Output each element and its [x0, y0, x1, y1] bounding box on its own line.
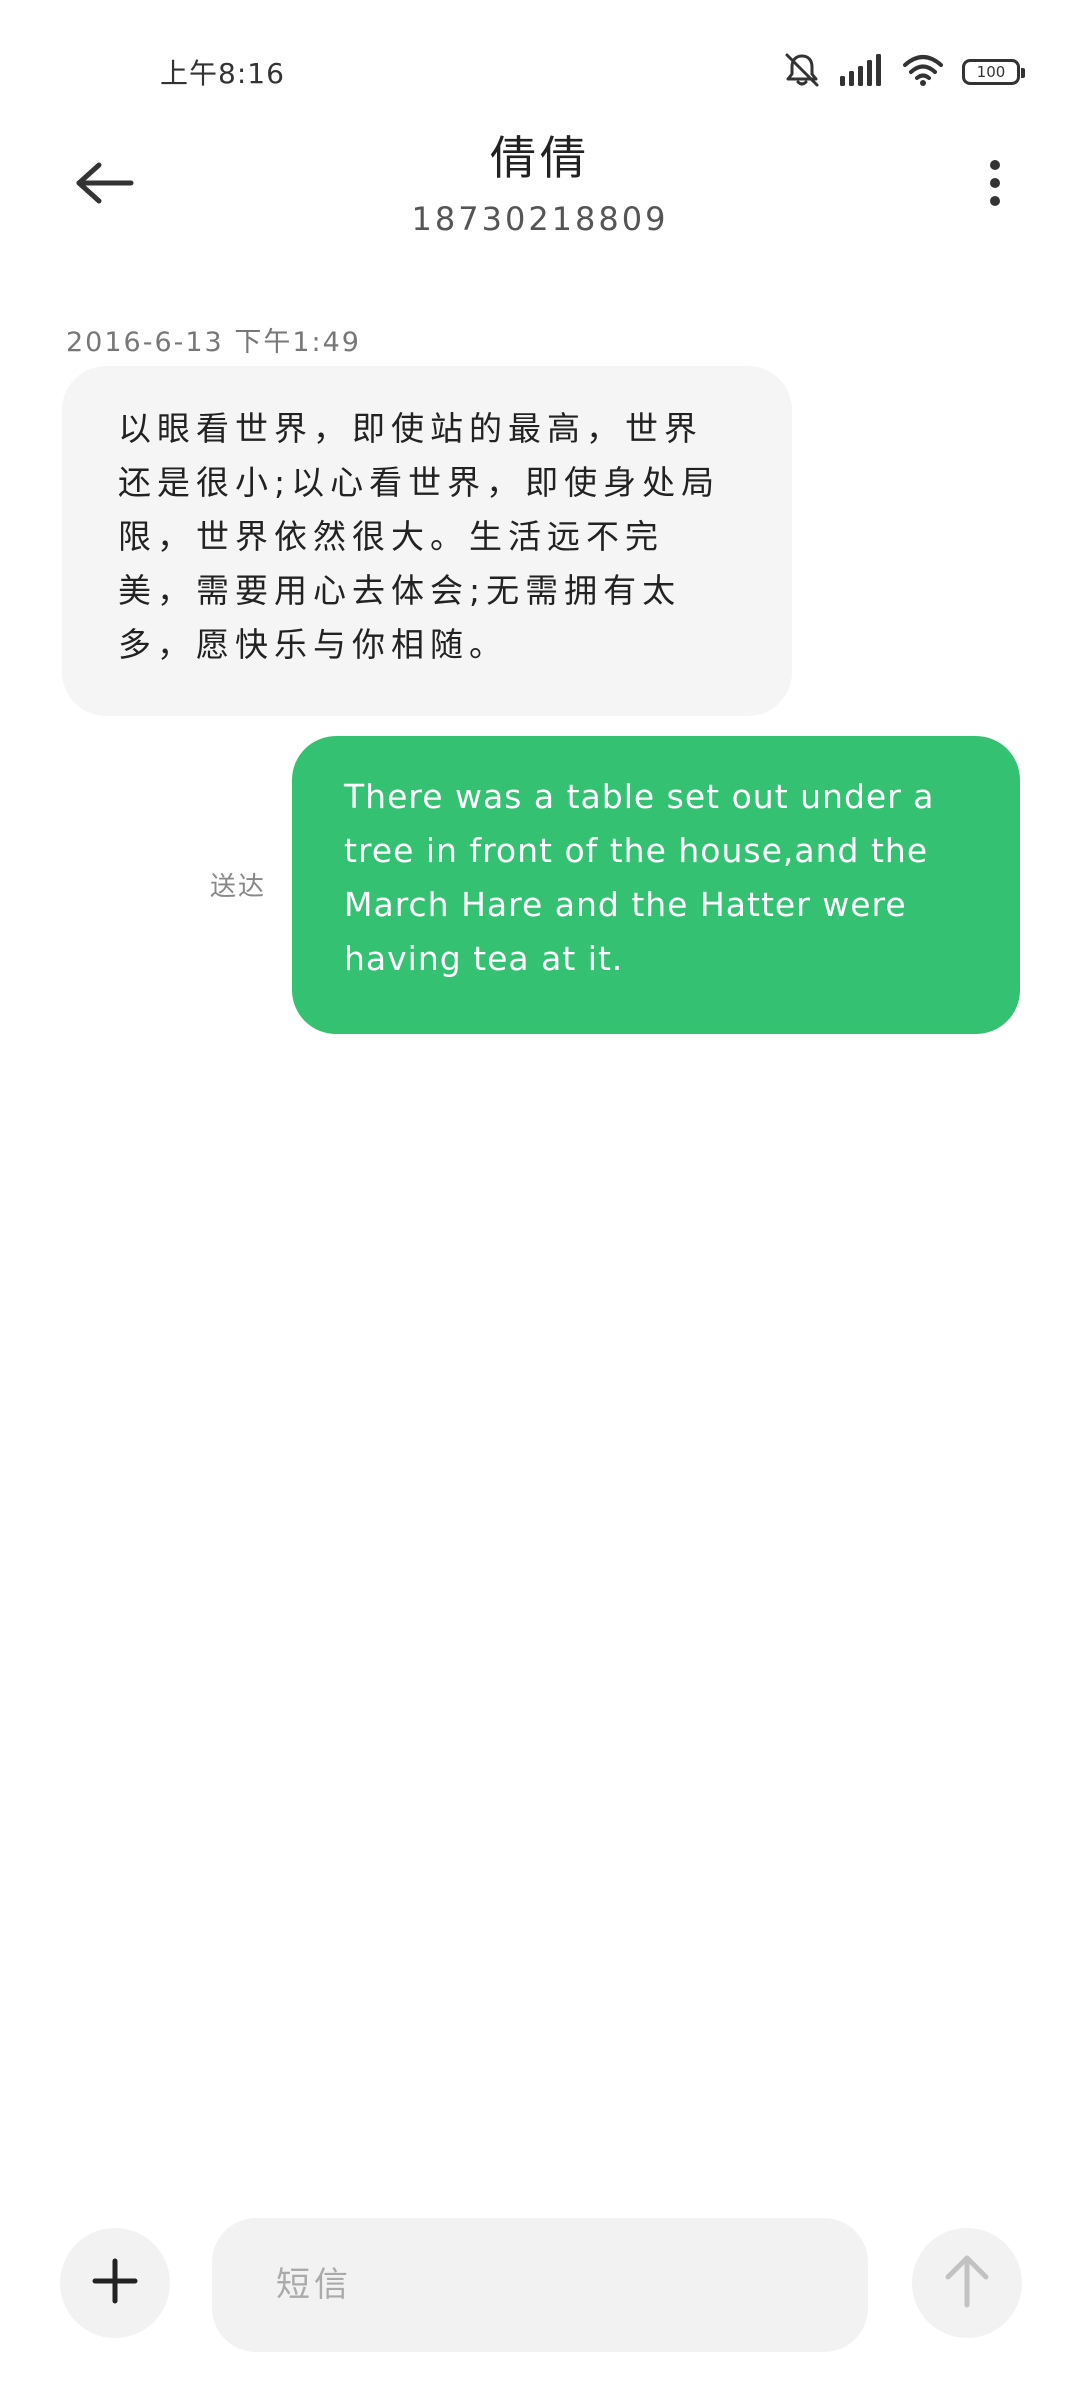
- battery-icon: 100: [962, 59, 1025, 85]
- plus-icon: [90, 2256, 140, 2310]
- delivery-status: 送达: [210, 872, 267, 902]
- contact-name: 倩倩: [490, 131, 590, 185]
- wifi-icon: [902, 54, 944, 90]
- status-icons: 100: [782, 52, 1025, 92]
- battery-level: 100: [976, 63, 1006, 81]
- outgoing-message-bubble[interactable]: There was a table set out under a tree i…: [292, 736, 1020, 1034]
- add-attachment-button[interactable]: [60, 2228, 170, 2338]
- more-options-button[interactable]: [970, 150, 1020, 220]
- conversation-header: 倩倩 18730218809: [0, 110, 1080, 260]
- signal-icon: [840, 54, 884, 90]
- contact-number: 18730218809: [411, 200, 669, 238]
- contact-title-block[interactable]: 倩倩 18730218809: [0, 122, 1080, 238]
- more-vertical-icon: [988, 159, 1002, 211]
- status-time: 上午8:16: [160, 57, 285, 90]
- mute-bell-icon: [782, 52, 822, 92]
- messaging-screen: 上午8:16 100 倩倩 18730218809 2016-6-13 下午1:…: [0, 0, 1080, 2400]
- message-timestamp: 2016-6-13 下午1:49: [66, 327, 361, 358]
- incoming-message-bubble[interactable]: 以眼看世界，即使站的最高，世界还是很小;以心看世界，即使身处局限，世界依然很大。…: [62, 366, 792, 716]
- message-input[interactable]: [212, 2218, 868, 2352]
- compose-bar: [0, 2210, 1080, 2360]
- send-button[interactable]: [912, 2228, 1022, 2338]
- send-arrow-icon: [942, 2253, 992, 2313]
